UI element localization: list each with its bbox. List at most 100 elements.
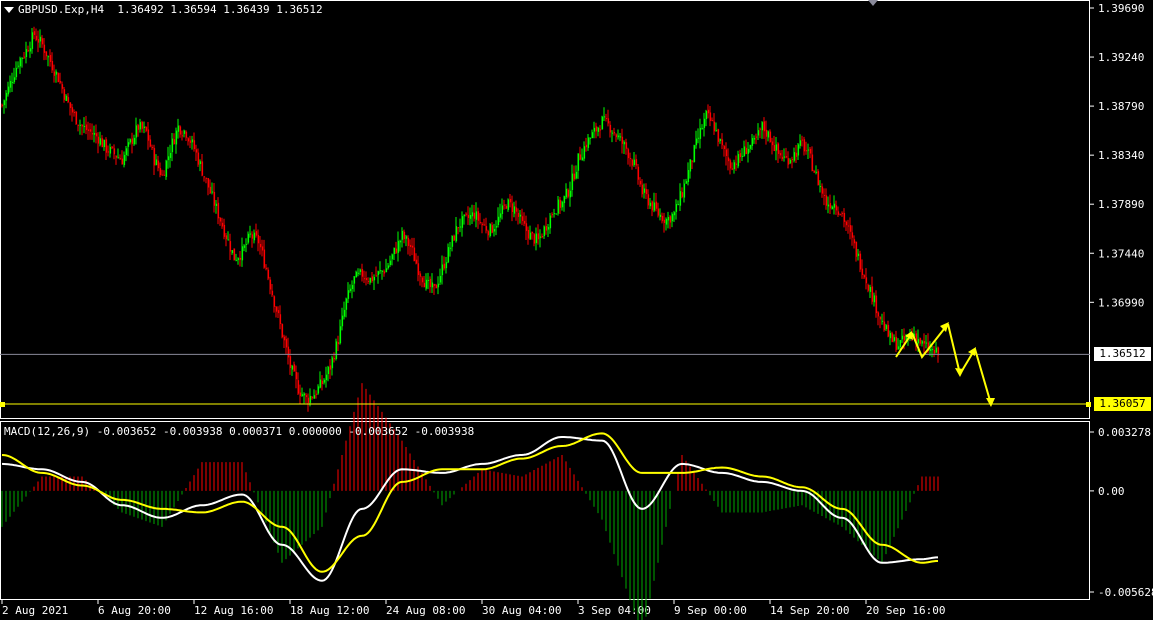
price-tick-label: 1.39690 (1098, 2, 1144, 15)
bull-candle (719, 138, 722, 141)
bear-candle (727, 157, 730, 162)
bear-candle (853, 239, 856, 244)
bear-candle (233, 248, 236, 261)
bull-candle (99, 138, 102, 145)
bull-candle (133, 137, 136, 145)
bear-candle (919, 338, 922, 344)
bull-candle (231, 250, 234, 254)
bear-candle (735, 163, 738, 165)
bull-candle (103, 139, 106, 148)
level-line-handle-left[interactable] (0, 402, 5, 407)
bear-candle (457, 227, 460, 229)
bear-candle (883, 321, 886, 331)
bear-candle (669, 216, 672, 223)
bull-candle (235, 259, 238, 261)
bear-candle (541, 235, 544, 238)
bear-candle (503, 204, 506, 206)
bull-candle (679, 191, 682, 206)
bear-candle (607, 118, 610, 124)
bull-candle (31, 32, 34, 49)
bull-candle (237, 258, 240, 260)
chart-shift-marker-icon[interactable] (868, 0, 878, 6)
bull-candle (495, 226, 498, 228)
bear-candle (839, 214, 842, 216)
bear-candle (267, 269, 270, 279)
bull-candle (901, 335, 904, 340)
bull-candle (575, 171, 578, 179)
bear-candle (113, 148, 116, 155)
bull-candle (247, 233, 250, 243)
bear-candle (409, 244, 412, 248)
bear-candle (609, 124, 612, 133)
bear-candle (709, 112, 712, 121)
bull-candle (451, 235, 454, 247)
bear-candle (293, 364, 296, 372)
bear-candle (595, 126, 598, 132)
bull-candle (253, 232, 256, 241)
chart-canvas[interactable]: 1.39690 1.39240 1.38790 1.38340 1.37890 1.374… (0, 0, 1153, 620)
bear-candle (805, 150, 808, 152)
bull-candle (705, 111, 708, 120)
level-line-handle-right[interactable] (1086, 402, 1091, 407)
bull-candle (543, 226, 546, 237)
price-tick-label: 1.36990 (1098, 296, 1144, 309)
bear-candle (141, 121, 144, 129)
bull-candle (343, 309, 346, 317)
macd-indicator-label: MACD(12,26,9) -0.003652 -0.003938 0.0003… (4, 425, 475, 438)
bull-candle (581, 157, 584, 161)
bear-candle (691, 160, 694, 162)
bear-candle (865, 277, 868, 284)
bear-candle (635, 159, 638, 166)
bull-candle (497, 216, 500, 226)
dropdown-triangle-icon[interactable] (4, 7, 14, 13)
bear-candle (419, 273, 422, 277)
bull-candle (499, 213, 502, 218)
bull-candle (935, 347, 938, 353)
bull-candle (463, 214, 466, 217)
bear-candle (787, 158, 790, 165)
bear-candle (81, 125, 84, 127)
bear-candle (477, 211, 480, 221)
bull-candle (165, 160, 168, 177)
bull-candle (827, 204, 830, 207)
bull-candle (519, 214, 522, 217)
bull-candle (767, 131, 770, 138)
bull-candle (405, 236, 408, 239)
bear-candle (763, 121, 766, 132)
bear-candle (161, 174, 164, 176)
bear-candle (521, 216, 524, 222)
bear-candle (887, 324, 890, 337)
bull-candle (127, 142, 130, 147)
bear-candle (147, 129, 150, 141)
bear-candle (505, 205, 508, 209)
bear-candle (429, 278, 432, 288)
bear-candle (361, 269, 364, 277)
bear-candle (91, 133, 94, 135)
bull-candle (471, 212, 474, 217)
bear-candle (845, 221, 848, 226)
bull-candle (925, 342, 928, 344)
bear-candle (877, 312, 880, 317)
bull-candle (831, 206, 834, 210)
bear-candle (111, 146, 114, 148)
bull-candle (553, 213, 556, 215)
bull-candle (493, 229, 496, 232)
bear-candle (271, 290, 274, 296)
macd-axis: 0.003278 0.00 -0.005628 (1090, 426, 1153, 599)
bear-candle (531, 231, 534, 234)
bull-candle (469, 215, 472, 219)
bull-candle (129, 139, 132, 143)
bull-candle (807, 149, 810, 151)
bull-candle (385, 268, 388, 273)
bear-candle (149, 139, 152, 147)
bear-candle (101, 138, 104, 148)
bear-candle (413, 247, 416, 262)
bear-candle (179, 126, 182, 135)
bull-candle (393, 247, 396, 255)
bull-candle (893, 337, 896, 341)
bull-candle (931, 349, 934, 351)
bull-candle (15, 67, 18, 78)
bear-candle (225, 235, 228, 240)
bear-candle (275, 306, 278, 312)
bull-candle (355, 271, 358, 278)
